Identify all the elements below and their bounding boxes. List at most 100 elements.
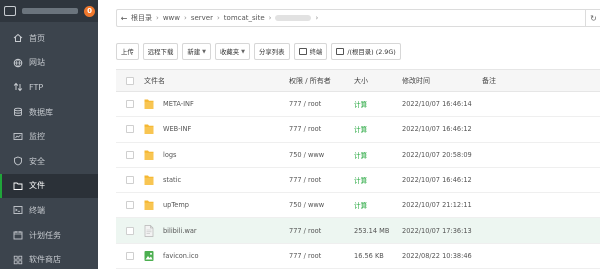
modified-time: 2022/08/22 10:38:46 [402,251,472,260]
database-icon [13,107,23,117]
terminal-button[interactable]: 终端 [293,43,328,60]
modified-time: 2022/10/07 16:46:12 [402,125,472,134]
table-row[interactable]: favicon.ico 777 / root 16.56 KB 2022/08/22 … [116,244,600,269]
file-permission[interactable]: 777 / root [289,125,354,133]
sidebar-item[interactable]: FTP [0,75,98,100]
table-row[interactable]: bilibili.war 777 / root 253.14 MB 2022/10/0… [116,218,600,244]
file-name[interactable]: WEB-INF [163,125,191,133]
file-name[interactable]: bilibili.war [163,227,197,235]
sidebar-item-label: 首页 [29,33,45,43]
modified-time: 2022/10/07 21:12:11 [402,201,472,210]
calculate-size-link[interactable]: 计算 [354,150,402,160]
folder-icon [13,181,23,191]
table-row[interactable]: WEB-INF 777 / root 计算 2022/10/07 16:46:12 [116,117,600,143]
row-checkbox[interactable] [126,251,134,260]
calculate-size-link[interactable]: 计算 [354,99,402,109]
calculate-size-link[interactable]: 计算 [354,175,402,185]
folder-icon [144,149,154,161]
modified-time: 2022/10/07 16:46:12 [402,176,472,185]
refresh-icon[interactable]: ↻ [585,10,600,26]
chevron-down-icon: ▼ [241,48,246,55]
column-header-size[interactable]: 大小 [354,76,402,86]
table-row[interactable]: static 777 / root 计算 2022/10/07 16:46:12 [116,168,600,194]
sidebar-item[interactable]: 安全 [0,149,98,174]
notification-badge[interactable]: 0 [84,5,95,17]
table-row[interactable]: upTemp 750 / www 计算 2022/10/07 21:12:11 [116,193,600,219]
sidebar-item-label: 终端 [29,205,45,215]
ftp-icon [13,82,23,92]
file-manager: ← 根目录 › www › server › tomcat_site › › ↻… [98,0,600,269]
home-icon [13,33,23,43]
file-name[interactable]: META-INF [163,100,194,108]
file-table: 文件名 权限 / 所有者 大小 修改时间 备注 META-INF 777 / ro… [116,69,600,269]
file-name[interactable]: static [163,176,181,184]
file-permission[interactable]: 750 / www [289,151,354,159]
sidebar-item-label: 计划任务 [29,230,61,240]
row-checkbox[interactable] [126,226,134,235]
breadcrumb-root[interactable]: 根目录 [131,13,152,23]
remote-download-button[interactable]: 远程下载 [142,43,179,60]
calculate-size-link[interactable]: 计算 [354,200,402,210]
row-checkbox[interactable] [126,201,134,210]
file-icon [144,224,154,237]
row-checkbox[interactable] [126,100,134,109]
sidebar-item-label: 监控 [29,132,45,142]
sidebar-item[interactable]: 终端 [0,198,98,223]
breadcrumb-tomcat-site[interactable]: tomcat_site [224,14,265,22]
table-row[interactable]: logs 750 / www 计算 2022/10/07 20:58:09 [116,143,600,168]
sidebar-item[interactable]: 文件 [0,173,98,199]
new-dropdown-button[interactable]: 新建 ▼ [182,43,211,60]
sidebar-item[interactable]: 软件商店 [0,247,98,269]
chevron-right-icon: › [156,14,159,22]
folder-icon [144,199,154,211]
chevron-right-icon: › [268,14,272,22]
sidebar-header: 0 [0,0,98,22]
folder-icon [144,98,154,110]
table-header: 文件名 权限 / 所有者 大小 修改时间 备注 [116,69,600,92]
file-permission[interactable]: 777 / root [289,176,354,184]
globe-icon [13,58,23,68]
column-header-permission[interactable]: 权限 / 所有者 [289,76,354,86]
sidebar-item[interactable]: 首页 [0,26,98,51]
upload-button[interactable]: 上传 [116,43,139,60]
column-header-modified[interactable]: 修改时间 [402,76,482,86]
sidebar-item[interactable]: 监控 [0,124,98,149]
sidebar-item-label: 网站 [29,58,45,68]
file-permission[interactable]: 777 / root [289,252,354,260]
select-all-checkbox[interactable] [126,76,134,85]
breadcrumb-www[interactable]: www [163,14,180,22]
row-checkbox[interactable] [126,150,134,159]
back-arrow-icon[interactable]: ← [117,14,131,23]
sidebar-item[interactable]: 计划任务 [0,223,98,248]
file-permission[interactable]: 777 / root [289,227,354,235]
breadcrumb-server[interactable]: server [191,14,213,22]
sidebar-item[interactable]: 网站 [0,51,98,76]
file-name[interactable]: favicon.ico [163,252,199,260]
sidebar-item-label: 文件 [29,181,45,191]
breadcrumb-blurred[interactable] [275,15,312,21]
chevron-right-icon: › [184,14,187,22]
share-list-button[interactable]: 分享列表 [254,43,290,60]
calculate-size-link[interactable]: 计算 [354,124,402,134]
file-size: 253.14 MB [354,226,390,235]
file-name[interactable]: logs [163,151,177,159]
column-header-note: 备注 [482,76,496,85]
sidebar-item[interactable]: 数据库 [0,100,98,125]
table-body: META-INF 777 / root 计算 2022/10/07 16:46:14 W… [116,92,600,269]
shield-icon [13,156,23,166]
file-name[interactable]: upTemp [163,201,189,209]
sidebar-item-label: 安全 [29,156,45,166]
sidebar-menu: 首页网站 FTP 数据库监控安全文件终端计划任务软件商店 [0,26,98,269]
store-icon [13,255,23,265]
column-header-name[interactable]: 文件名 [144,76,289,86]
row-checkbox[interactable] [126,176,134,185]
disk-button[interactable]: /(根目录) (2.9G) [331,43,401,60]
chevron-right-icon: › [315,14,319,22]
path-bar[interactable]: ← 根目录 › www › server › tomcat_site › › ↻ [116,9,600,27]
row-checkbox[interactable] [126,125,134,134]
file-permission[interactable]: 777 / root [289,100,354,108]
file-permission[interactable]: 750 / www [289,201,354,209]
file-size: 16.56 KB [354,251,384,260]
favorites-dropdown-button[interactable]: 收藏夹 ▼ [214,43,251,60]
table-row[interactable]: META-INF 777 / root 计算 2022/10/07 16:46:14 [116,92,600,118]
